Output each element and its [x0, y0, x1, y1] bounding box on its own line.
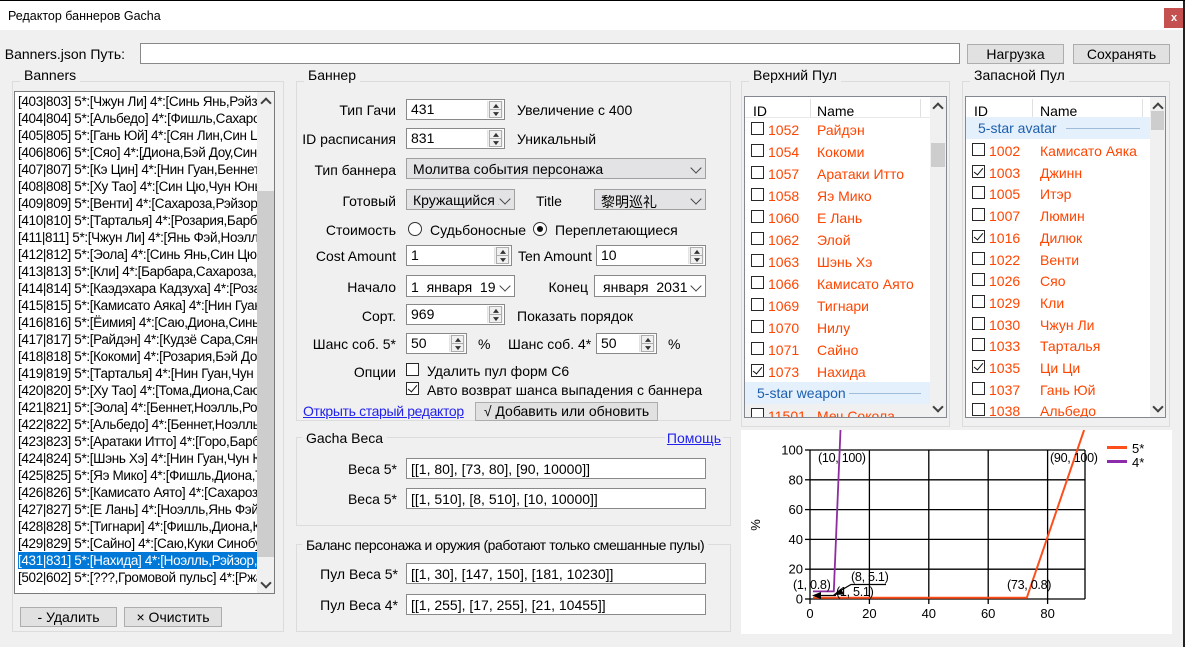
svg-text:(1, 0.8): (1, 0.8) — [793, 578, 831, 592]
svg-text:80: 80 — [1040, 606, 1054, 621]
svg-text:40: 40 — [789, 532, 803, 547]
svg-text:(10, 100): (10, 100) — [818, 451, 866, 465]
svg-text:(8, 5.1): (8, 5.1) — [851, 570, 889, 584]
svg-text:100: 100 — [781, 443, 803, 458]
svg-text:20: 20 — [789, 562, 803, 577]
svg-text:5*: 5* — [1132, 441, 1144, 456]
svg-text:60: 60 — [981, 606, 995, 621]
svg-text:0: 0 — [806, 606, 813, 621]
svg-text:0: 0 — [796, 592, 803, 607]
svg-text:20: 20 — [862, 606, 876, 621]
svg-text:40: 40 — [922, 606, 936, 621]
svg-text:4*: 4* — [1132, 455, 1144, 470]
svg-text:(90, 100): (90, 100) — [1050, 451, 1098, 465]
svg-text:%: % — [748, 519, 763, 531]
svg-text:80: 80 — [789, 472, 803, 487]
svg-text:(73, 0.8): (73, 0.8) — [1007, 578, 1051, 592]
svg-text:60: 60 — [789, 502, 803, 517]
